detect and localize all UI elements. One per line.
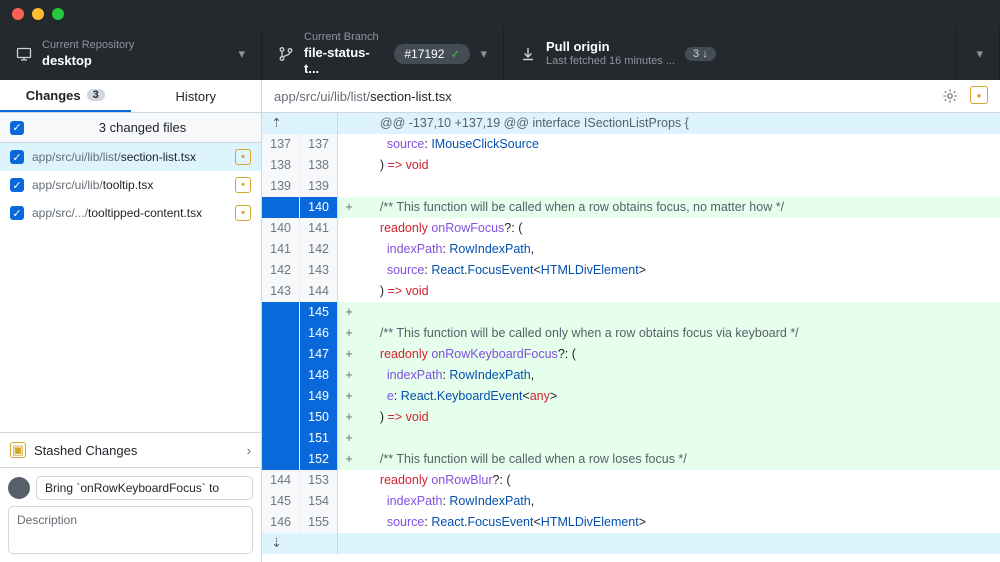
- diff-line[interactable]: 139139: [262, 176, 1000, 197]
- commit-form: Bring `onRowKeyboardFocus` to Descriptio…: [0, 468, 261, 562]
- chevron-down-icon: ▾: [238, 46, 245, 62]
- pull-badge: 3 ↓: [685, 47, 716, 61]
- modified-chip: •: [235, 177, 251, 193]
- toolbar: Current Repository desktop ▾ Current Bra…: [0, 28, 1000, 80]
- diff-line[interactable]: 144153 readonly onRowBlur?: (: [262, 470, 1000, 491]
- diff-line[interactable]: 141142 indexPath: RowIndexPath,: [262, 239, 1000, 260]
- pull-dropdown[interactable]: ▾: [956, 28, 1000, 80]
- files-header: ✓ 3 changed files: [0, 113, 261, 143]
- diff-line[interactable]: 146+ /** This function will be called on…: [262, 323, 1000, 344]
- commit-description-input[interactable]: Description: [8, 506, 253, 554]
- window-zoom[interactable]: [52, 8, 64, 20]
- branch-sub: Current Branch: [304, 31, 384, 45]
- window-minimize[interactable]: [32, 8, 44, 20]
- modified-chip: •: [970, 86, 988, 104]
- file-path: app/src/.../tooltipped-content.tsx: [32, 206, 227, 220]
- diff-line[interactable]: 137137 source: IMouseClickSource: [262, 134, 1000, 155]
- diff-line[interactable]: 142143 source: React.FocusEvent<HTMLDivE…: [262, 260, 1000, 281]
- tab-history[interactable]: History: [131, 80, 262, 112]
- files-header-text: 3 changed files: [34, 120, 251, 135]
- diff-line[interactable]: 143144 ) => void: [262, 281, 1000, 302]
- file-path: app/src/ui/lib/list/section-list.tsx: [32, 150, 227, 164]
- repo-selector[interactable]: Current Repository desktop ▾: [0, 28, 262, 80]
- diff-line[interactable]: 149+ e: React.KeyboardEvent<any>: [262, 386, 1000, 407]
- stash-icon: ▣: [10, 442, 26, 458]
- repo-sub: Current Repository: [42, 39, 134, 53]
- file-list: ✓ app/src/ui/lib/list/section-list.tsx •…: [0, 143, 261, 227]
- diff-line[interactable]: 152+ /** This function will be called wh…: [262, 449, 1000, 470]
- pull-sub: Last fetched 16 minutes ...: [546, 55, 675, 69]
- check-icon: ✓: [450, 47, 460, 61]
- file-row[interactable]: ✓ app/src/ui/lib/tooltip.tsx •: [0, 171, 261, 199]
- expand-up-icon[interactable]: ⇡: [262, 113, 300, 134]
- changes-count-badge: 3: [87, 89, 105, 101]
- pull-title: Pull origin: [546, 39, 675, 55]
- branch-selector[interactable]: Current Branch file-status-t... #17192 ✓…: [262, 28, 504, 80]
- titlebar: [0, 0, 1000, 28]
- diff-line[interactable]: 140141 readonly onRowFocus?: (: [262, 218, 1000, 239]
- avatar: [8, 477, 30, 499]
- main: Changes 3 History ✓ 3 changed files ✓ ap…: [0, 80, 1000, 562]
- file-checkbox[interactable]: ✓: [10, 206, 24, 220]
- gear-icon[interactable]: [940, 86, 960, 106]
- diff-line[interactable]: 147+ readonly onRowKeyboardFocus?: (: [262, 344, 1000, 365]
- diff-body[interactable]: ⇡ @@ -137,10 +137,19 @@ interface ISecti…: [262, 113, 1000, 562]
- sidebar: Changes 3 History ✓ 3 changed files ✓ ap…: [0, 80, 262, 562]
- diff-line[interactable]: 145+: [262, 302, 1000, 323]
- file-row[interactable]: ✓ app/src/.../tooltipped-content.tsx •: [0, 199, 261, 227]
- modified-chip: •: [235, 149, 251, 165]
- file-row[interactable]: ✓ app/src/ui/lib/list/section-list.tsx •: [0, 143, 261, 171]
- git-branch-icon: [278, 46, 294, 62]
- sidebar-tabs: Changes 3 History: [0, 80, 261, 113]
- select-all-checkbox[interactable]: ✓: [10, 121, 24, 135]
- chevron-down-icon: ▾: [976, 46, 983, 62]
- pr-pill[interactable]: #17192 ✓: [394, 44, 470, 64]
- stashed-changes[interactable]: ▣ Stashed Changes ›: [0, 432, 261, 468]
- repo-name: desktop: [42, 53, 134, 69]
- diff-line[interactable]: 151+: [262, 428, 1000, 449]
- chevron-right-icon: ›: [247, 443, 251, 458]
- download-icon: [520, 46, 536, 62]
- diff-line[interactable]: 148+ indexPath: RowIndexPath,: [262, 365, 1000, 386]
- window-close[interactable]: [12, 8, 24, 20]
- diff-line[interactable]: 145154 indexPath: RowIndexPath,: [262, 491, 1000, 512]
- file-checkbox[interactable]: ✓: [10, 150, 24, 164]
- file-path: app/src/ui/lib/tooltip.tsx: [32, 178, 227, 192]
- branch-name: file-status-t...: [304, 45, 384, 78]
- diff-line[interactable]: 150+ ) => void: [262, 407, 1000, 428]
- diff-header: app/src/ui/lib/list/section-list.tsx •: [262, 80, 1000, 113]
- tab-changes[interactable]: Changes 3: [0, 80, 131, 112]
- pull-button[interactable]: Pull origin Last fetched 16 minutes ... …: [504, 28, 956, 80]
- diff-line[interactable]: 138138 ) => void: [262, 155, 1000, 176]
- commit-summary-input[interactable]: Bring `onRowKeyboardFocus` to: [36, 476, 253, 500]
- diff-line[interactable]: 140+ /** This function will be called wh…: [262, 197, 1000, 218]
- modified-chip: •: [235, 205, 251, 221]
- diff-panel: app/src/ui/lib/list/section-list.tsx • ⇡…: [262, 80, 1000, 562]
- chevron-down-icon: ▾: [480, 46, 487, 62]
- device-desktop-icon: [16, 46, 32, 62]
- diff-line[interactable]: 146155 source: React.FocusEvent<HTMLDivE…: [262, 512, 1000, 533]
- breadcrumb: app/src/ui/lib/list/section-list.tsx: [274, 89, 452, 104]
- expand-down-icon[interactable]: ⇣: [262, 533, 300, 554]
- file-checkbox[interactable]: ✓: [10, 178, 24, 192]
